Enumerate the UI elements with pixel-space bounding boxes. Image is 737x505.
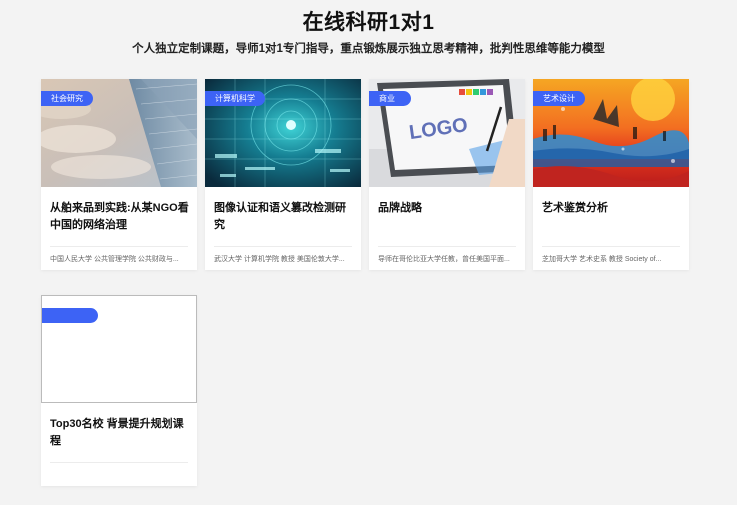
- category-badge: 计算机科学: [205, 91, 265, 106]
- card-image-placeholder: [41, 295, 197, 403]
- card-divider: [50, 246, 188, 247]
- course-card-social-research[interactable]: 社会研究 从舶来品到实践:从某NGO看中国的网络治理 中国人民大学 公共管理学院…: [41, 79, 197, 270]
- card-meta: 导师在哥伦比亚大学任教，曾任美国平面...: [378, 256, 510, 263]
- course-card-computer-science[interactable]: 计算机科学 图像认证和语义篡改检测研究 武汉大学 计算机学院 教授 美国伦敦大学…: [205, 79, 361, 270]
- card-meta: 芝加哥大学 艺术史系 教授 Society of...: [542, 256, 662, 263]
- card-divider: [542, 246, 680, 247]
- card-title[interactable]: 品牌战略: [378, 200, 518, 217]
- card-title[interactable]: 图像认证和语义篡改检测研究: [214, 200, 354, 234]
- card-divider: [378, 246, 516, 247]
- card-image-logo-tablet: LOGO 商业: [369, 79, 525, 187]
- category-badge: 社会研究: [41, 91, 93, 106]
- card-image-digital-eye: 计算机科学: [205, 79, 361, 187]
- card-divider: [214, 246, 352, 247]
- course-card-business[interactable]: LOGO 商业 品牌战略 导师在哥伦比亚大学任教，曾任美国平面...: [369, 79, 525, 270]
- page-subtitle: 个人独立定制课题，导师1对1专门指导，重点锻炼展示独立思考精神，批判性思维等能力…: [132, 43, 605, 55]
- course-card-art-design[interactable]: 艺术设计 艺术鉴赏分析 芝加哥大学 艺术史系 教授 Society of...: [533, 79, 689, 270]
- page-title: 在线科研1对1: [302, 11, 435, 34]
- category-badge: 艺术设计: [533, 91, 585, 106]
- category-badge: 商业: [369, 91, 411, 106]
- card-image-painting: 艺术设计: [533, 79, 689, 187]
- card-image-skyscraper: 社会研究: [41, 79, 197, 187]
- card-divider: [50, 462, 188, 463]
- card-meta: 中国人民大学 公共管理学院 公共财政与...: [50, 256, 179, 263]
- card-title[interactable]: Top30名校 背景提升规划课程: [50, 416, 190, 450]
- category-badge: [42, 308, 98, 323]
- card-title[interactable]: 艺术鉴赏分析: [542, 200, 682, 217]
- card-meta: 武汉大学 计算机学院 教授 美国伦敦大学...: [214, 256, 345, 263]
- card-title[interactable]: 从舶来品到实践:从某NGO看中国的网络治理: [50, 200, 190, 234]
- course-card-top30-planning[interactable]: Top30名校 背景提升规划课程: [41, 295, 197, 486]
